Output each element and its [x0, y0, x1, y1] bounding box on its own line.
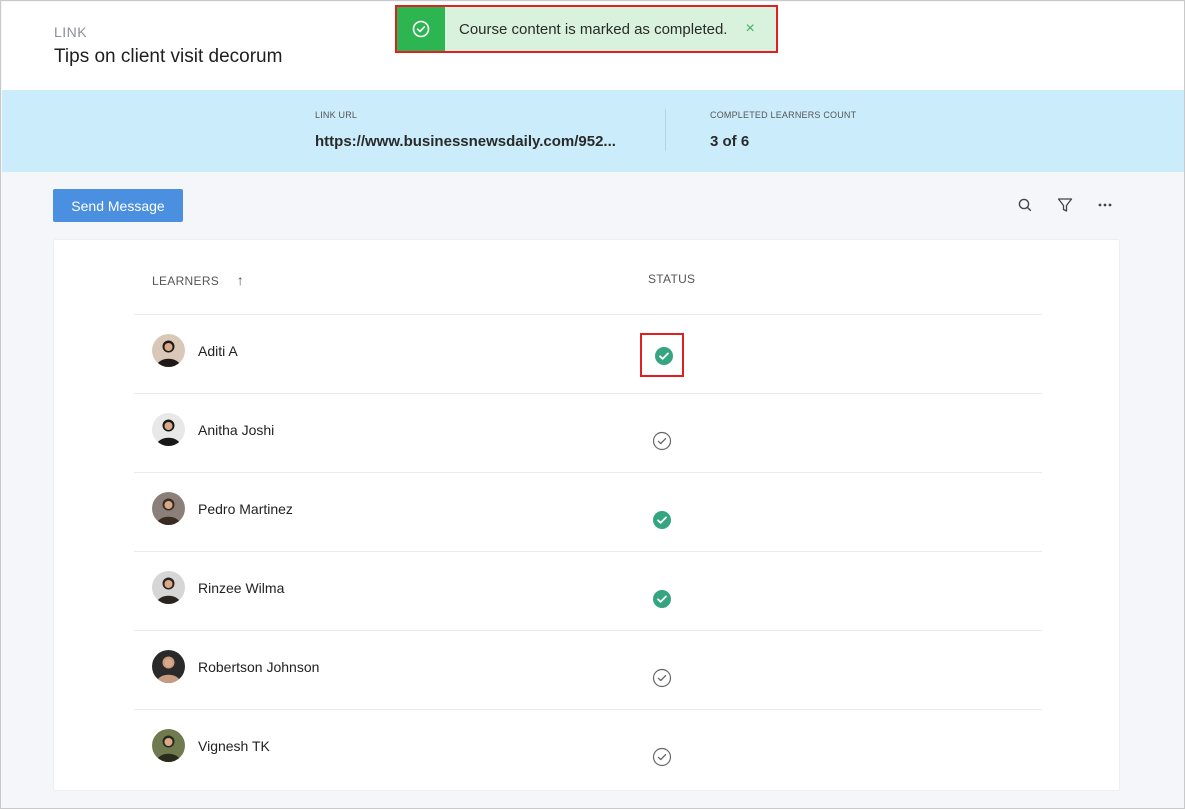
learner-name[interactable]: Aditi A [198, 343, 238, 359]
link-url-section: LINK URL https://www.businessnewsdaily.c… [315, 110, 616, 150]
page-frame: LINK Tips on client visit decorum Course… [0, 0, 1185, 809]
success-toast: Course content is marked as completed. × [395, 5, 778, 53]
banner-divider [665, 109, 666, 151]
status-cell[interactable] [640, 420, 684, 464]
table-row[interactable]: Pedro Martinez [134, 472, 1042, 551]
learner-name[interactable]: Vignesh TK [198, 738, 270, 754]
completed-count-section: COMPLETED LEARNERS COUNT 3 of 6 [710, 110, 856, 150]
search-icon[interactable] [1014, 194, 1036, 216]
learner-name[interactable]: Anitha Joshi [198, 422, 274, 438]
status-cell[interactable] [640, 499, 684, 543]
content-type-label: LINK [54, 24, 88, 40]
status-cell[interactable] [640, 736, 684, 780]
avatar [152, 650, 185, 683]
pending-check-icon[interactable] [652, 431, 672, 451]
status-column-header: STATUS [648, 272, 696, 286]
page-title: Tips on client visit decorum [54, 46, 283, 67]
learners-header-label: LEARNERS [152, 274, 220, 288]
check-circle-icon [412, 20, 430, 38]
close-icon[interactable]: × [745, 20, 754, 38]
learners-column-header[interactable]: LEARNERS ↑ [152, 272, 244, 288]
avatar [152, 571, 185, 604]
status-cell[interactable] [640, 578, 684, 622]
table-row[interactable]: Robertson Johnson [134, 630, 1042, 709]
table-row[interactable]: Rinzee Wilma [134, 551, 1042, 630]
table-row[interactable]: Vignesh TK [134, 709, 1042, 788]
pending-check-icon[interactable] [652, 668, 672, 688]
link-url-value[interactable]: https://www.businessnewsdaily.com/952... [315, 133, 616, 150]
completed-check-icon[interactable] [652, 510, 672, 530]
more-icon[interactable] [1094, 194, 1116, 216]
avatar [152, 334, 185, 367]
completed-count-value: 3 of 6 [710, 133, 750, 150]
completed-check-icon[interactable] [654, 346, 674, 366]
sort-ascending-icon[interactable]: ↑ [237, 272, 244, 288]
completed-count-label: COMPLETED LEARNERS COUNT [710, 110, 857, 120]
pending-check-icon[interactable] [652, 747, 672, 767]
toast-message: Course content is marked as completed. [459, 20, 728, 38]
learners-table: LEARNERS ↑ STATUS Aditi A Anitha Joshi Ped… [53, 239, 1120, 791]
link-url-label: LINK URL [315, 110, 358, 120]
filter-icon[interactable] [1054, 194, 1076, 216]
table-row[interactable]: Aditi A [134, 314, 1042, 393]
completed-check-icon[interactable] [652, 589, 672, 609]
status-cell[interactable] [640, 333, 684, 377]
info-banner: LINK URL https://www.businessnewsdaily.c… [2, 90, 1184, 172]
avatar [152, 729, 185, 762]
learner-name[interactable]: Rinzee Wilma [198, 580, 284, 596]
avatar [152, 413, 185, 446]
status-cell[interactable] [640, 657, 684, 701]
table-row[interactable]: Anitha Joshi [134, 393, 1042, 472]
learner-name[interactable]: Robertson Johnson [198, 659, 319, 675]
send-message-button[interactable]: Send Message [53, 189, 183, 222]
avatar [152, 492, 185, 525]
toast-icon-container [397, 7, 445, 51]
learner-name[interactable]: Pedro Martinez [198, 501, 293, 517]
